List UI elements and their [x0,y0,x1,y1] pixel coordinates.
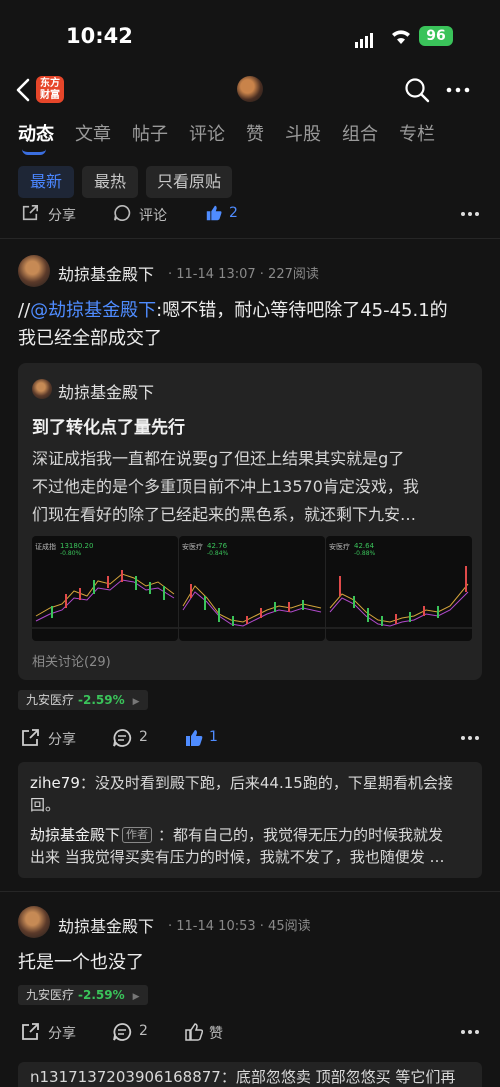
search-icon[interactable] [404,77,430,103]
more-icon[interactable] [460,1029,480,1035]
quote-excerpt: 深证成指我一直都在说要g了但还上结果其实就是g了 不过他走的是个多重顶目前不冲上… [32,449,419,524]
like-count: 1 [209,729,218,745]
like-label[interactable]: 赞 [209,1023,223,1043]
share-icon[interactable] [20,204,40,222]
share-icon[interactable] [20,1022,40,1042]
post-text: //@劫掠基金殿下:嗯不错，耐心等待吧除了45-45.1的 我已经全部成交了 [18,300,448,349]
comment-item: zihe79：没及时看到殿下跑，后来44.15跑的，下星期看机会接 回。 [30,774,453,814]
tab-comments[interactable]: 评论 [189,120,225,146]
liked-thumb-icon[interactable] [204,204,224,222]
chart-thumbnail[interactable]: 安医疗 42.76 -0.84% [179,536,325,641]
wifi-icon [392,30,410,44]
active-tab-indicator [22,149,46,155]
stock-tag[interactable]: 九安医疗 -2.59% ▶ [18,690,148,710]
filter-hottest[interactable]: 最热 [82,166,138,198]
more-icon[interactable] [460,211,480,217]
divider [0,238,500,239]
comment-icon[interactable] [112,1022,132,1042]
chart-thumbnail[interactable]: 证成指 13180.20 -0.80% [32,536,178,641]
thumb-up-icon[interactable] [183,1022,205,1042]
comment-count[interactable]: 2 [139,1023,148,1039]
battery-indicator: 96 [419,26,453,46]
comment-preview-box[interactable]: n13171372039061​68877：底部忽悠卖 顶部忽悠买 等它们再 [18,1062,482,1087]
app-logo: 东方 财富 [36,76,64,103]
comment-count[interactable]: 2 [139,729,148,745]
stock-tag[interactable]: 九安医疗 -2.59% ▶ [18,985,148,1005]
share-label[interactable]: 分享 [48,205,76,225]
tab-posts[interactable]: 帖子 [132,120,168,146]
author-name[interactable]: 劫掠基金殿下 [58,261,154,285]
like-count: 2 [229,205,238,221]
comment-item: n13171372039061​68877：底部忽悠卖 顶部忽悠买 等它们再 [30,1068,456,1086]
chevron-right-icon: ▶ [132,992,140,1002]
chart-thumbnail[interactable]: 安医疗 42.64 -0.88% [326,536,472,641]
related-discussion-link[interactable]: 相关讨论(29) [32,651,111,670]
quote-title: 到了转化点了量先行 [32,418,185,438]
mention-link[interactable]: @劫掠基金殿下 [30,300,156,321]
comment-preview-box[interactable]: zihe79：没及时看到殿下跑，后来44.15跑的，下星期看机会接 回。 劫掠基… [18,762,482,878]
quote-author-avatar [32,379,52,399]
more-icon[interactable] [446,87,470,93]
tab-stock-battle[interactable]: 斗股 [285,120,321,146]
tab-likes[interactable]: 赞 [246,120,264,146]
post-meta: · 11-14 13:07 · 227阅读 [168,267,319,282]
quoted-post-card[interactable]: 劫掠基金殿下 到了转化点了量先行 深证成指我一直都在说要g了但还上结果其实就是g… [18,363,482,680]
signal-icon [355,29,375,48]
divider [0,891,500,892]
tab-articles[interactable]: 文章 [75,120,111,146]
tab-portfolio[interactable]: 组合 [342,120,378,146]
post-text: 托是一个也没了 [18,952,144,973]
commenter-name[interactable]: zihe79 [30,774,80,792]
comment-label[interactable]: 评论 [139,205,167,225]
filter-original-only[interactable]: 只看原贴 [146,166,232,198]
header-avatar[interactable] [237,76,263,102]
comment-item: 劫掠基金殿下 作者 ：都有自己的，我觉得无压力的时候我就发 出来 当我觉得买卖有压力… [30,826,445,866]
chevron-right-icon: ▶ [132,697,140,707]
author-name[interactable]: 劫掠基金殿下 [58,913,154,937]
more-icon[interactable] [460,735,480,741]
share-icon[interactable] [20,728,40,748]
author-badge: 作者 [122,827,153,843]
share-label[interactable]: 分享 [48,729,76,749]
share-label[interactable]: 分享 [48,1023,76,1043]
tab-dynamic[interactable]: 动态 [18,120,54,146]
author-avatar[interactable] [18,255,50,287]
liked-thumb-icon[interactable] [183,728,205,748]
tab-bar: 动态 文章 帖子 评论 赞 斗股 组合 专栏 [0,120,500,154]
quote-author-name[interactable]: 劫掠基金殿下 [58,379,154,403]
post-meta: · 11-14 10:53 · 45阅读 [168,919,311,934]
comment-icon[interactable] [112,728,132,748]
comment-icon[interactable] [112,204,132,222]
commenter-name[interactable]: 劫掠基金殿下 [30,826,120,844]
filter-latest[interactable]: 最新 [18,166,74,198]
author-avatar[interactable] [18,906,50,938]
tab-columns[interactable]: 专栏 [399,120,435,146]
clock: 10:42 [66,24,133,48]
back-arrow-icon[interactable] [12,76,36,104]
